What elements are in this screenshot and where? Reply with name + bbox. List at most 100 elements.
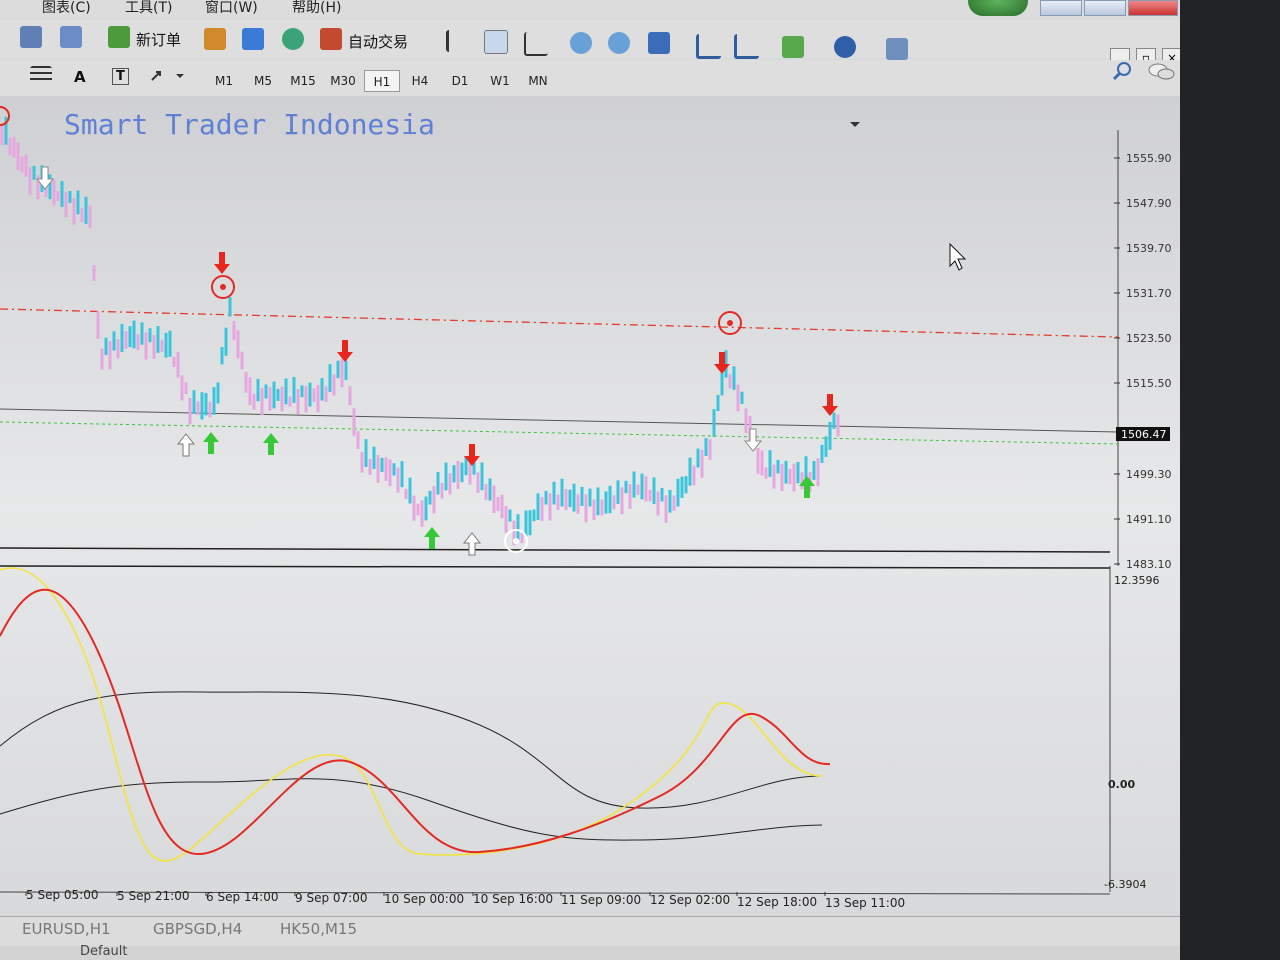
chart-tabs-bar: EURUSD,H1 GBPSGD,H4 HK50,M15: [0, 916, 1180, 947]
price-tick-label: 1539.70: [1126, 242, 1172, 255]
price-tick-label: 1547.90: [1126, 197, 1172, 210]
price-tick-label: 1515.50: [1126, 377, 1172, 390]
sell-signal-arrow-icon: [214, 252, 230, 274]
close-window-button[interactable]: [1128, 0, 1178, 16]
new-order-button[interactable]: 新订单: [136, 29, 181, 50]
indicator-max-label: 12.3596: [1114, 574, 1160, 587]
status-bar: Default: [0, 944, 1180, 960]
auto-trading-button[interactable]: 自动交易: [348, 31, 408, 52]
buy-signal-arrow-icon: [176, 433, 196, 457]
timeframe-m1-button[interactable]: M1: [206, 70, 242, 92]
chart-watermark: Smart Trader Indonesia: [64, 108, 435, 141]
menu-help[interactable]: 帮助(H): [292, 0, 341, 17]
time-tick-label: 10 Sep 00:00: [384, 892, 464, 906]
indicator-zero-label: 0.00: [1108, 778, 1135, 791]
price-tick-label: 1531.70: [1126, 287, 1172, 300]
profile-label: Default: [80, 944, 128, 959]
menu-chart[interactable]: 图表(C): [42, 0, 91, 17]
resistance-level-line[interactable]: [0, 308, 1119, 338]
time-tick-label: 5 Sep 21:00: [117, 889, 189, 903]
time-tick-label: 5 Sep 05:00: [26, 888, 98, 902]
bid-price-line: [0, 408, 1119, 433]
line-chart-icon[interactable]: [524, 32, 548, 56]
chart-shift-marker-icon: [850, 122, 860, 127]
timeframe-h1-button[interactable]: H1: [364, 70, 400, 92]
tab-eurusd-h1[interactable]: EURUSD,H1: [22, 920, 111, 938]
screen-bezel: [1180, 0, 1280, 960]
tab-hk50-m15[interactable]: HK50,M15: [280, 920, 357, 938]
sell-signal-arrow-icon: [822, 394, 838, 416]
maximize-window-button[interactable]: [1084, 0, 1126, 16]
tile-windows-icon[interactable]: [648, 32, 670, 54]
time-tick-label: 10 Sep 16:00: [473, 892, 553, 906]
mouse-cursor-icon: [949, 242, 967, 271]
menu-bar: 图表(C) 工具(T) 窗口(W) 帮助(H): [0, 0, 1180, 18]
price-tick-label: 1483.10: [1126, 558, 1172, 571]
chat-icon[interactable]: [1148, 62, 1175, 84]
timeframe-d1-button[interactable]: D1: [442, 70, 478, 92]
terminal-window: 图表(C) 工具(T) 窗口(W) 帮助(H) 新订单 自动交易 _ ▫ × A…: [0, 0, 1180, 960]
profiles-icon[interactable]: [60, 26, 82, 48]
new-order-icon[interactable]: [108, 26, 130, 48]
search-icon[interactable]: [1112, 60, 1134, 82]
time-tick-label: 11 Sep 09:00: [561, 893, 641, 907]
bar-chart-icon[interactable]: [446, 30, 471, 52]
zoom-in-icon[interactable]: [570, 32, 592, 54]
indicator-min-label: -6.3904: [1104, 878, 1146, 891]
sell-signal-arrow-icon: [337, 340, 353, 362]
periods-icon[interactable]: [834, 36, 856, 58]
navigator-icon[interactable]: [242, 28, 264, 50]
price-tick-label: 1523.50: [1126, 332, 1172, 345]
buy-signal-arrow-icon: [462, 532, 482, 556]
resistance-target-icon-dot: [727, 320, 733, 326]
time-tick-label: 6 Sep 14:00: [206, 890, 278, 904]
arrows-tool-icon[interactable]: [150, 68, 184, 84]
auto-trading-icon[interactable]: [320, 28, 342, 50]
support-level-line[interactable]: [0, 421, 1119, 445]
new-chart-icon[interactable]: [20, 26, 42, 48]
subwindow-separator: [0, 547, 1111, 553]
time-tick-label: 12 Sep 18:00: [737, 895, 817, 909]
current-price-label: 1506.47: [1121, 428, 1167, 441]
fibonacci-icon[interactable]: [30, 66, 52, 84]
time-tick-label: 12 Sep 02:00: [650, 893, 730, 907]
zoom-out-icon[interactable]: [608, 32, 630, 54]
subwindow-separator-2: [0, 565, 1111, 569]
chart-window[interactable]: Smart Trader Indonesia 1555.90 1547.90 153…: [0, 96, 1180, 916]
support-target-icon-dot: [513, 538, 519, 544]
standard-toolbar: 新订单 自动交易 _ ▫ ×: [0, 20, 1180, 68]
templates-icon[interactable]: [886, 38, 908, 60]
price-chart-canvas[interactable]: Smart Trader Indonesia 1555.90 1547.90 153…: [0, 96, 1180, 916]
sell-signal-arrow-icon: [714, 352, 730, 374]
timeframe-w1-button[interactable]: W1: [482, 70, 518, 92]
buy-signal-arrow-icon: [203, 432, 219, 454]
auto-scroll-icon[interactable]: [696, 34, 721, 59]
timeframe-mn-button[interactable]: MN: [520, 70, 556, 92]
buy-signal-arrow-icon: [263, 433, 279, 455]
text-label-tool-button[interactable]: T: [112, 68, 129, 85]
candlestick-chart-icon[interactable]: [484, 30, 508, 54]
price-tick-label: 1491.10: [1126, 513, 1172, 526]
chart-shift-icon[interactable]: [734, 34, 759, 59]
update-badge-icon[interactable]: [968, 0, 1028, 16]
indicators-icon[interactable]: [782, 36, 804, 58]
timeframe-m15-button[interactable]: M15: [285, 70, 321, 92]
oscillator-signal-line: [0, 691, 823, 809]
buy-signal-arrow-icon: [424, 527, 440, 549]
minimize-window-button[interactable]: [1040, 0, 1082, 16]
time-tick-label: 9 Sep 07:00: [295, 891, 367, 905]
timeframe-m5-button[interactable]: M5: [245, 70, 281, 92]
timeframe-toolbar: A T: [0, 60, 1180, 97]
menu-window[interactable]: 窗口(W): [205, 0, 258, 17]
time-tick-label: 13 Sep 11:00: [825, 896, 905, 910]
price-tick-label: 1555.90: [1126, 152, 1172, 165]
resistance-target-icon-dot: [220, 284, 226, 290]
timeframe-h4-button[interactable]: H4: [402, 70, 438, 92]
menu-tools[interactable]: 工具(T): [125, 0, 172, 17]
tab-gbpsgd-h4[interactable]: GBPSGD,H4: [153, 920, 242, 938]
text-tool-button[interactable]: A: [74, 68, 86, 86]
timeframe-m30-button[interactable]: M30: [325, 70, 361, 92]
terminal-icon[interactable]: [282, 28, 304, 50]
price-tick-label: 1499.30: [1126, 468, 1172, 481]
market-watch-icon[interactable]: [204, 28, 226, 50]
